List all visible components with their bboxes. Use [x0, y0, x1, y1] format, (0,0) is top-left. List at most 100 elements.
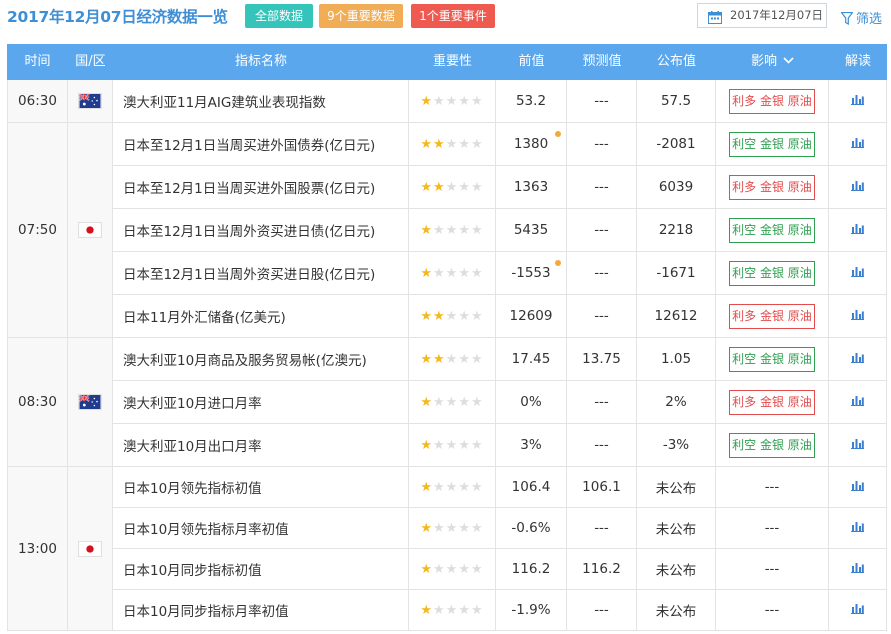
importance-stars: ★ ★ ★ ★ ★ — [409, 338, 496, 381]
previous-value-text: -1553 — [511, 265, 551, 281]
star-filled-icon: ★ — [433, 351, 445, 367]
indicator-name[interactable]: 日本至12月1日当周买进外国股票(亿日元) — [113, 166, 409, 209]
previous-value-text: 0% — [520, 394, 542, 410]
actual-value: 2218 — [637, 209, 716, 252]
previous-value: 53.2 — [496, 80, 567, 123]
star-filled-icon: ★ — [420, 265, 433, 281]
impact-text: --- — [764, 602, 780, 618]
importance-stars: ★ ★ ★ ★ ★ — [409, 80, 496, 123]
analysis-cell — [829, 80, 887, 123]
bar-chart-icon[interactable] — [851, 308, 864, 324]
forecast-value: --- — [567, 590, 637, 631]
analysis-cell — [829, 166, 887, 209]
indicator-name[interactable]: 日本10月同步指标初值 — [113, 549, 409, 590]
important-data-button[interactable]: 9个重要数据 — [319, 4, 403, 28]
bar-chart-icon[interactable] — [851, 351, 864, 367]
star-empty-icon: ★ — [470, 394, 483, 410]
star-empty-icon: ★ — [433, 602, 445, 618]
indicator-name[interactable]: 日本至12月1日当周买进外国债券(亿日元) — [113, 123, 409, 166]
bar-chart-icon[interactable] — [851, 437, 864, 453]
forecast-value: --- — [567, 209, 637, 252]
impact-cell: 利空 金银 原油 — [716, 123, 829, 166]
indicator-name[interactable]: 澳大利亚10月商品及服务贸易帐(亿澳元) — [113, 338, 409, 381]
impact-text: --- — [764, 479, 780, 495]
bar-chart-icon[interactable] — [851, 265, 864, 281]
star-empty-icon: ★ — [445, 602, 458, 618]
bar-chart-icon[interactable] — [851, 561, 864, 577]
importance-stars: ★ ★ ★ ★ ★ — [409, 123, 496, 166]
star-filled-icon: ★ — [420, 179, 433, 195]
star-empty-icon: ★ — [470, 520, 483, 536]
analysis-cell — [829, 381, 887, 424]
filter-label: 筛选 — [856, 12, 883, 27]
star-empty-icon: ★ — [458, 136, 470, 152]
indicator-name[interactable]: 日本10月领先指标初值 — [113, 467, 409, 508]
star-empty-icon: ★ — [470, 437, 483, 453]
column-impact[interactable]: 影响 — [716, 44, 829, 80]
column-impact-label: 影响 — [750, 54, 777, 69]
star-filled-icon: ★ — [433, 136, 445, 152]
impact-text: --- — [764, 520, 780, 536]
japan-flag — [78, 540, 102, 557]
bar-chart-icon[interactable] — [851, 602, 864, 618]
star-empty-icon: ★ — [433, 520, 445, 536]
column-country: 国/区 — [75, 54, 106, 69]
bar-chart-icon[interactable] — [851, 93, 864, 109]
date-picker[interactable]: 2017年12月07日 — [697, 3, 827, 28]
forecast-value: --- — [567, 381, 637, 424]
star-filled-icon: ★ — [420, 520, 433, 536]
australia-flag — [78, 394, 102, 410]
indicator-name[interactable]: 日本至12月1日当周外资买进日债(亿日元) — [113, 209, 409, 252]
bar-chart-icon[interactable] — [851, 394, 864, 410]
star-empty-icon: ★ — [445, 222, 458, 238]
importance-stars: ★ ★ ★ ★ ★ — [409, 209, 496, 252]
star-empty-icon: ★ — [458, 394, 470, 410]
bar-chart-icon[interactable] — [851, 136, 864, 152]
analysis-cell — [829, 295, 887, 338]
star-empty-icon: ★ — [470, 179, 483, 195]
indicator-name[interactable]: 澳大利亚10月进口月率 — [113, 381, 409, 424]
importance-stars: ★ ★ ★ ★ ★ — [409, 467, 496, 508]
bar-chart-icon[interactable] — [851, 179, 864, 195]
column-indicator: 指标名称 — [234, 54, 287, 69]
previous-value: 1363 — [496, 166, 567, 209]
star-empty-icon: ★ — [458, 561, 470, 577]
bar-chart-icon[interactable] — [851, 222, 864, 238]
star-empty-icon: ★ — [470, 602, 483, 618]
star-empty-icon: ★ — [433, 222, 445, 238]
impact-cell: --- — [716, 590, 829, 631]
bar-chart-icon[interactable] — [851, 479, 864, 495]
indicator-name[interactable]: 澳大利亚11月AIG建筑业表现指数 — [113, 80, 409, 123]
impact-badge: 利空 金银 原油 — [729, 260, 815, 286]
indicator-name[interactable]: 日本至12月1日当周外资买进日股(亿日元) — [113, 252, 409, 295]
previous-value: 0% — [496, 381, 567, 424]
forecast-value: --- — [567, 123, 637, 166]
impact-badge: 利空 金银 原油 — [729, 131, 815, 157]
previous-value-text: 12609 — [509, 308, 553, 324]
all-data-button[interactable]: 全部数据 — [245, 4, 313, 28]
time-cell: 08:30 — [7, 338, 68, 467]
forecast-value: --- — [567, 295, 637, 338]
actual-value: 未公布 — [637, 549, 716, 590]
indicator-name[interactable]: 日本10月领先指标月率初值 — [113, 508, 409, 549]
indicator-name[interactable]: 日本10月同步指标月率初值 — [113, 590, 409, 631]
indicator-name[interactable]: 日本11月外汇储备(亿美元) — [113, 295, 409, 338]
forecast-value: 13.75 — [567, 338, 637, 381]
star-empty-icon: ★ — [470, 265, 483, 281]
star-empty-icon: ★ — [458, 437, 470, 453]
actual-value: -1671 — [637, 252, 716, 295]
filter-link[interactable]: 筛选 — [840, 8, 883, 27]
funnel-icon — [840, 11, 854, 26]
country-cell — [68, 338, 113, 467]
impact-cell: 利空 金银 原油 — [716, 252, 829, 295]
bar-chart-icon[interactable] — [851, 520, 864, 536]
important-event-button[interactable]: 1个重要事件 — [411, 4, 495, 28]
star-filled-icon: ★ — [420, 602, 433, 618]
previous-value-text: 106.4 — [511, 479, 551, 495]
indicator-name[interactable]: 澳大利亚10月出口月率 — [113, 424, 409, 467]
impact-badge: 利多 金银 原油 — [729, 303, 815, 329]
time-cell: 07:50 — [7, 123, 68, 338]
star-empty-icon: ★ — [445, 520, 458, 536]
analysis-cell — [829, 590, 887, 631]
star-filled-icon: ★ — [433, 179, 445, 195]
